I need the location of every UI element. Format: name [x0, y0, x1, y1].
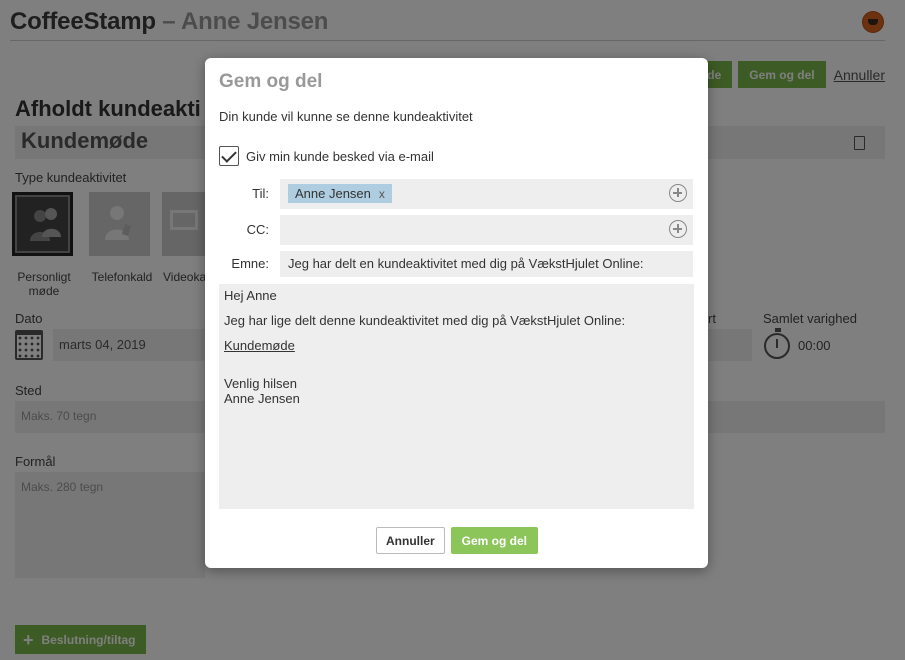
- message-greeting: Hej Anne: [224, 288, 277, 303]
- subject-label: Emne:: [231, 256, 269, 271]
- message-signature: Anne Jensen: [224, 391, 300, 406]
- modal-save-share-button[interactable]: Gem og del: [450, 527, 539, 554]
- add-recipient-icon[interactable]: [669, 184, 687, 202]
- message-body: Jeg har lige delt denne kundeaktivitet m…: [224, 313, 626, 328]
- notify-checkbox-label: Giv min kunde besked via e-mail: [246, 148, 434, 164]
- to-label: Til:: [252, 186, 269, 201]
- message-activity-link[interactable]: Kundemøde: [224, 338, 689, 353]
- modal-cancel-button[interactable]: Annuller: [376, 527, 445, 554]
- subject-value: Jeg har delt en kundeaktivitet med dig p…: [288, 256, 644, 271]
- modal-description: Din kunde vil kunne se denne kundeaktivi…: [219, 109, 473, 124]
- share-modal: Gem og del Din kunde vil kunne se denne …: [205, 58, 708, 568]
- notify-checkbox-row[interactable]: Giv min kunde besked via e-mail: [219, 146, 434, 166]
- subject-field[interactable]: Jeg har delt en kundeaktivitet med dig p…: [280, 251, 693, 277]
- recipient-chip: Anne Jensen x: [288, 184, 392, 203]
- add-cc-icon[interactable]: [669, 220, 687, 238]
- modal-title: Gem og del: [219, 71, 323, 92]
- cc-field[interactable]: [280, 215, 693, 245]
- notify-checkbox[interactable]: [219, 146, 239, 166]
- remove-recipient-icon[interactable]: x: [379, 187, 385, 201]
- recipient-name: Anne Jensen: [295, 186, 371, 201]
- message-closing: Venlig hilsen: [224, 376, 297, 391]
- message-textarea[interactable]: Hej Anne Jeg har lige delt denne kundeak…: [219, 284, 694, 509]
- modal-actions: Annuller Gem og del: [376, 527, 539, 554]
- to-field[interactable]: Anne Jensen x: [280, 179, 693, 209]
- cc-label: CC:: [246, 222, 269, 237]
